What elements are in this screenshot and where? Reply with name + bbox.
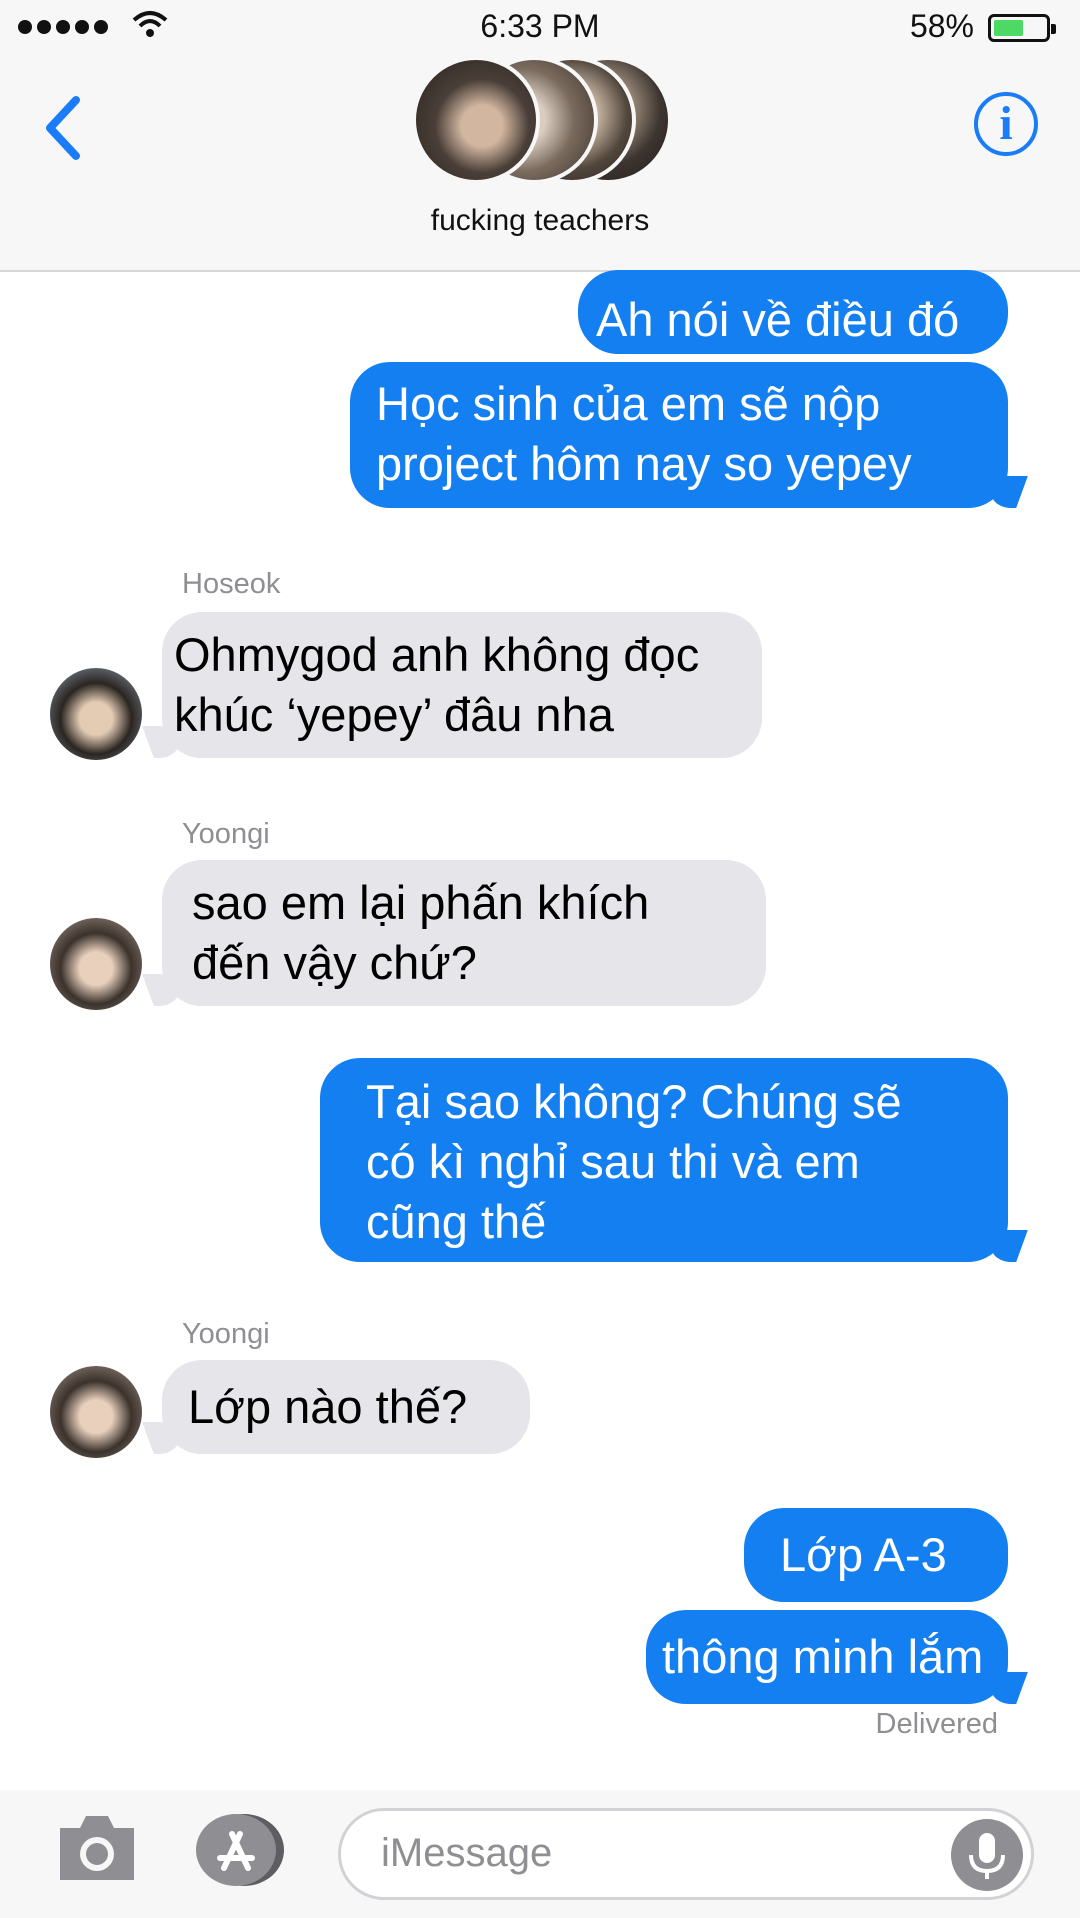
delivery-status: Delivered (875, 1708, 999, 1740)
message-line: Học sinh của em sẽ nộp (376, 377, 881, 430)
status-bar: 6:33 PM 58% (0, 0, 1080, 52)
avatar[interactable] (50, 918, 142, 1010)
message-line: project hôm nay so yepey (376, 437, 912, 490)
message-bubble-outgoing[interactable]: Học sinh của em sẽ nộp project hôm nay s… (350, 362, 1008, 508)
app-store-icon[interactable] (196, 1812, 286, 1888)
message-line: Tại sao không? Chúng sẽ (366, 1075, 902, 1128)
info-icon[interactable]: i (974, 92, 1038, 156)
message-bubble-incoming[interactable]: Lớp nào thế? (162, 1360, 530, 1454)
message-bubble-outgoing[interactable]: Lớp A-3 (744, 1508, 1008, 1602)
message-line: thông minh lắm (662, 1630, 984, 1683)
message-bubble-outgoing[interactable]: Ah nói về điều đó (578, 270, 1008, 354)
sender-name: Yoongi (182, 1318, 270, 1350)
group-avatars[interactable] (412, 56, 672, 184)
message-line: có kì nghỉ sau thi và em (366, 1135, 860, 1188)
message-line: Ohmygod anh không đọc (174, 628, 700, 681)
message-input[interactable]: iMessage (338, 1808, 1034, 1900)
battery-percent: 58% (909, 8, 974, 44)
camera-icon[interactable] (56, 1812, 138, 1884)
message-line: khúc ‘yepey’ đâu nha (174, 688, 614, 741)
battery-icon (988, 14, 1056, 42)
chevron-left-icon[interactable] (36, 88, 96, 168)
message-line: sao em lại phấn khích (192, 876, 650, 929)
message-line: Ah nói về điều đó (596, 293, 960, 346)
sender-name: Yoongi (182, 818, 270, 850)
avatar[interactable] (50, 668, 142, 760)
avatar[interactable] (50, 1366, 142, 1458)
message-line: Lớp A-3 (780, 1528, 947, 1581)
compose-bar: iMessage (0, 1790, 1080, 1918)
message-bubble-incoming[interactable]: sao em lại phấn khích đến vậy chứ? (162, 860, 766, 1006)
avatar (412, 56, 540, 184)
message-line: đến vậy chứ? (192, 936, 477, 989)
message-line: Lớp nào thế? (188, 1380, 468, 1433)
conversation-header: fucking teachers i (0, 52, 1080, 272)
message-line: cũng thế (366, 1195, 547, 1248)
message-bubble-outgoing[interactable]: Tại sao không? Chúng sẽ có kì nghỉ sau t… (320, 1058, 1008, 1262)
battery-level (994, 20, 1023, 36)
group-title[interactable]: fucking teachers (0, 204, 1080, 238)
message-input-placeholder: iMessage (381, 1831, 553, 1875)
sender-name: Hoseok (182, 568, 281, 600)
message-bubble-incoming[interactable]: Ohmygod anh không đọc khúc ‘yepey’ đâu n… (162, 612, 762, 758)
microphone-icon[interactable] (951, 1819, 1023, 1891)
message-bubble-outgoing[interactable]: thông minh lắm (646, 1610, 1008, 1704)
